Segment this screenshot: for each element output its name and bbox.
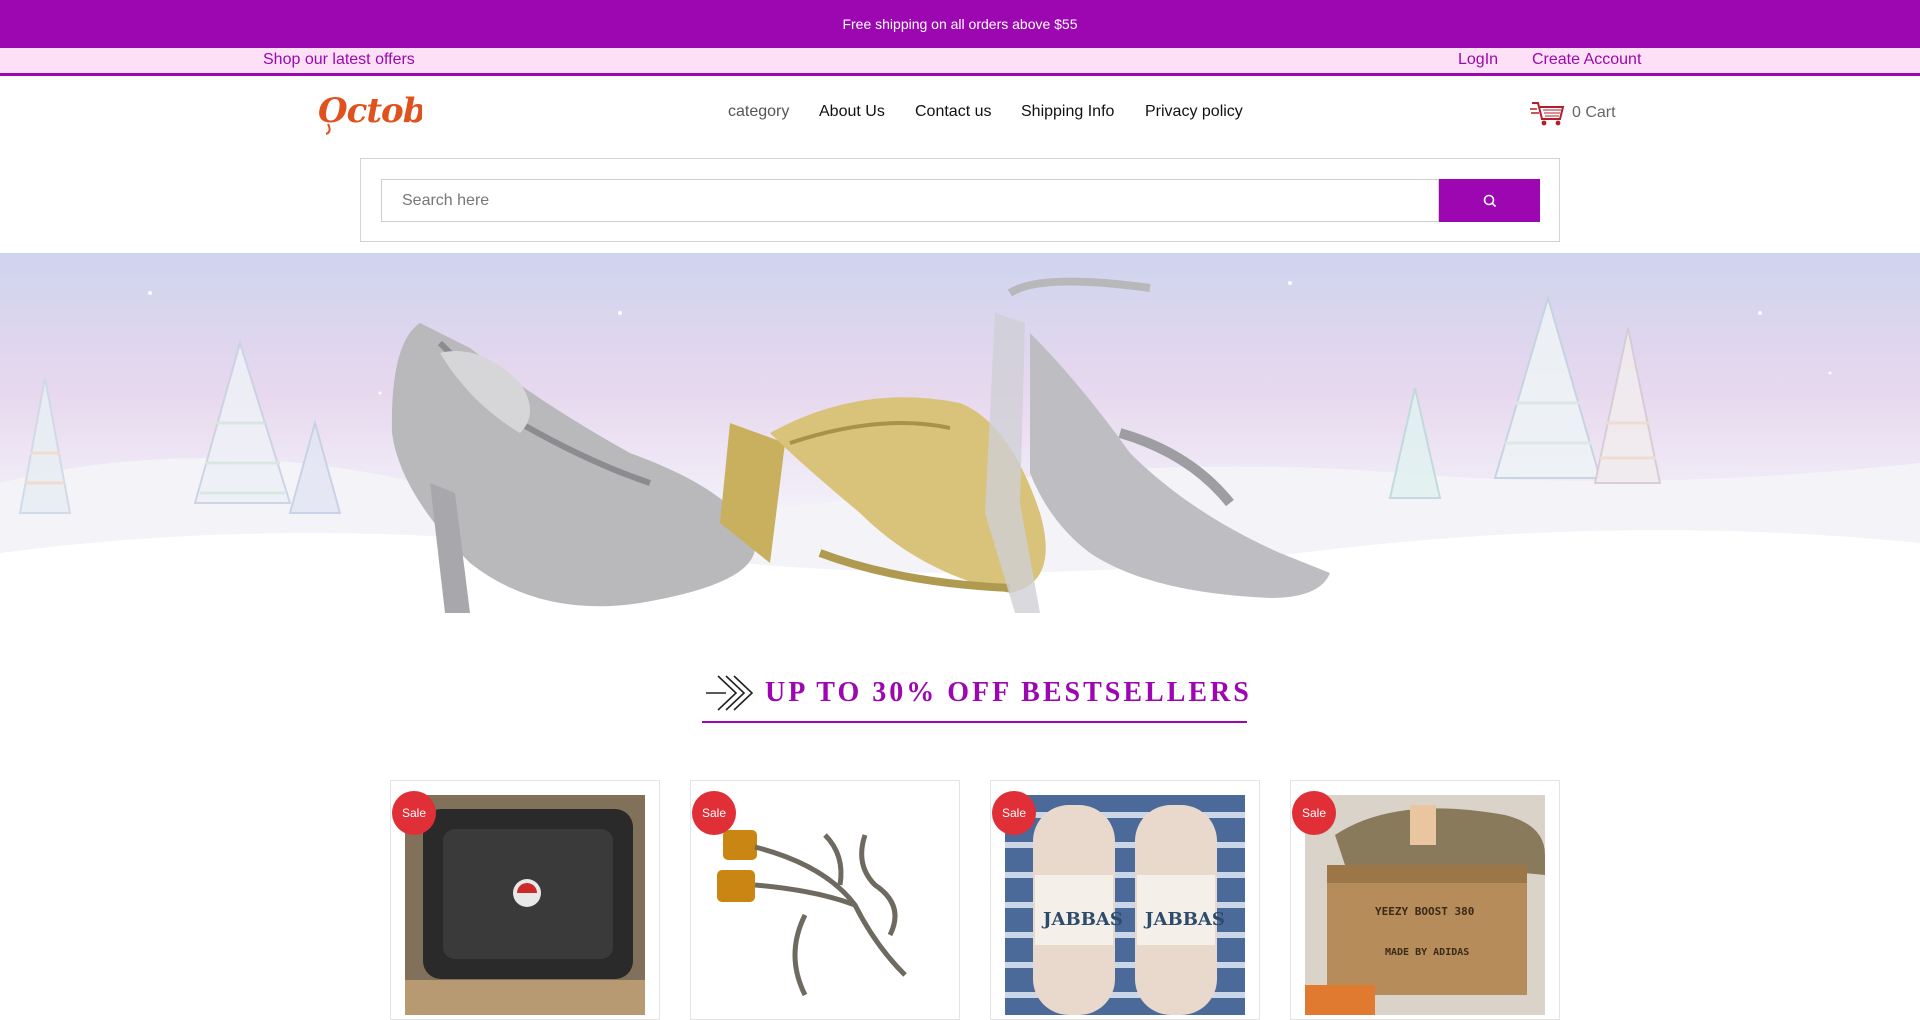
cart-icon (1530, 102, 1565, 126)
bestsellers-heading: UP TO 30% OFF BESTSELLERS (702, 670, 1249, 723)
search-input[interactable] (381, 179, 1439, 222)
hero-banner[interactable] (0, 253, 1920, 655)
sale-badge: Sale (392, 791, 436, 835)
svg-text:JABBAS: JABBAS (1041, 909, 1123, 930)
product-image[interactable] (705, 795, 945, 1015)
product-image[interactable]: JABBAS JABBAS (1005, 795, 1245, 1015)
glass-tree-left-2 (193, 339, 292, 504)
double-chevron-right-icon (706, 675, 754, 711)
search-icon (1483, 194, 1496, 207)
nav-about-us[interactable]: About Us (819, 103, 885, 121)
product-card[interactable]: Sale YEEZY BOOST 380 MADE BY ADIDAS (1290, 780, 1560, 1020)
section-title: UP TO 30% OFF BESTSELLERS (765, 677, 1252, 708)
glass-tree-left-1 (18, 377, 72, 514)
sale-badge: Sale (992, 791, 1036, 835)
nav-contact-us[interactable]: Contact us (915, 103, 991, 121)
hero-image (0, 277, 1920, 655)
search-button[interactable] (1439, 179, 1540, 222)
product-card[interactable]: Sale JABBAS JABBAS (990, 780, 1260, 1020)
offers-bar: Shop our latest offers LogIn Create Acco… (0, 48, 1920, 76)
product-card[interactable]: Sale (690, 780, 960, 1020)
svg-text:JABBAS: JABBAS (1143, 909, 1225, 930)
search-panel (360, 158, 1560, 242)
announcement-text: Free shipping on all orders above $55 (842, 16, 1078, 32)
glass-tree-right-1 (1388, 387, 1442, 499)
svg-text:YEEZY BOOST 380: YEEZY BOOST 380 (1375, 905, 1474, 918)
sale-badge: Sale (692, 791, 736, 835)
login-link[interactable]: LogIn (1458, 51, 1498, 69)
product-image[interactable]: YEEZY BOOST 380 MADE BY ADIDAS (1305, 795, 1545, 1015)
product-image[interactable] (405, 795, 645, 1015)
nav-shipping-info[interactable]: Shipping Info (1021, 103, 1114, 121)
nav-privacy-policy[interactable]: Privacy policy (1145, 103, 1243, 121)
sale-badge: Sale (1292, 791, 1336, 835)
product-card[interactable]: Sale (390, 780, 660, 1020)
silver-pump (391, 323, 756, 613)
glass-tree-right-3 (1593, 327, 1662, 484)
nav-category[interactable]: category (728, 103, 789, 121)
create-account-link[interactable]: Create Account (1532, 51, 1641, 69)
latest-offers-link[interactable]: Shop our latest offers (263, 51, 415, 69)
cart-label: 0 Cart (1572, 104, 1616, 121)
svg-text:MADE BY ADIDAS: MADE BY ADIDAS (1385, 947, 1469, 958)
cart-button[interactable]: 0 Cart (1530, 98, 1616, 128)
announcement-bar: Free shipping on all orders above $55 (0, 0, 1920, 48)
glass-tree-right-2 (1493, 294, 1602, 479)
main-nav: category About Us Contact us Shipping In… (0, 101, 1920, 125)
